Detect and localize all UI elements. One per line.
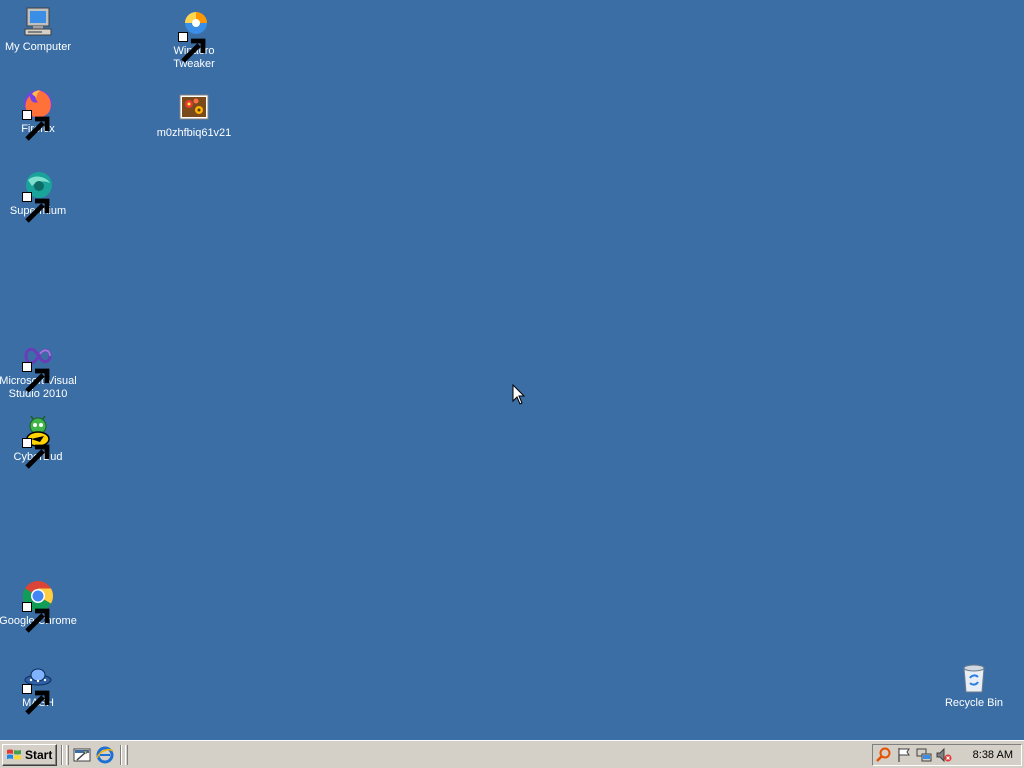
volume-muted-icon[interactable] bbox=[936, 747, 952, 763]
taskbar-separator bbox=[61, 745, 63, 765]
shortcut-arrow-icon bbox=[22, 602, 50, 633]
system-tray: 8:38 AM bbox=[872, 744, 1022, 766]
desktop-icon-mash[interactable]: MASH bbox=[0, 662, 78, 715]
shortcut-arrow-icon bbox=[22, 362, 50, 393]
shortcut-arrow-icon bbox=[22, 110, 50, 141]
internet-explorer-icon[interactable] bbox=[96, 746, 114, 764]
start-label: Start bbox=[25, 748, 53, 762]
visual-studio-icon bbox=[22, 340, 54, 393]
desktop-icon-label: m0zhfbiq61v21 bbox=[156, 127, 232, 139]
chrome-icon bbox=[22, 580, 54, 633]
start-button[interactable]: Start bbox=[2, 744, 57, 766]
computer-icon bbox=[22, 6, 54, 38]
desktop-icon-m0zhfbiq61v21[interactable]: m0zhfbiq61v21 bbox=[154, 92, 234, 140]
desktop-icon-google-chrome[interactable]: Google Chrome bbox=[0, 580, 78, 633]
desktop-icon-winaero[interactable]: Winaero Tweaker bbox=[154, 10, 234, 71]
quick-launch-grip[interactable] bbox=[66, 745, 69, 765]
taskbar-grip[interactable] bbox=[125, 745, 128, 765]
show-desktop-icon[interactable] bbox=[73, 746, 91, 764]
network-icon[interactable] bbox=[916, 747, 932, 763]
desktop-icon-cyberbud[interactable]: CyberBud bbox=[0, 416, 78, 469]
supermium-icon bbox=[22, 170, 54, 223]
search-icon[interactable] bbox=[876, 747, 892, 763]
desktop-icon-label: Recycle Bin bbox=[944, 697, 1004, 709]
desktop-icon-visual-studio[interactable]: Microsoft Visual Studio 2010 bbox=[0, 340, 78, 401]
taskbar: Start 8:38 AM bbox=[0, 740, 1024, 768]
cyberbud-icon bbox=[22, 416, 54, 469]
mash-icon bbox=[22, 662, 54, 715]
shortcut-arrow-icon bbox=[178, 32, 206, 63]
desktop-icon-recycle-bin[interactable]: Recycle Bin bbox=[934, 662, 1014, 710]
shortcut-arrow-icon bbox=[22, 684, 50, 715]
shortcut-arrow-icon bbox=[22, 438, 50, 469]
shortcut-arrow-icon bbox=[22, 192, 50, 223]
desktop-icon-my-computer[interactable]: My Computer bbox=[0, 6, 78, 54]
image-file-icon bbox=[178, 92, 210, 124]
mouse-cursor-icon bbox=[512, 384, 526, 405]
desktop-icon-firefox[interactable]: Firefox bbox=[0, 88, 78, 141]
flag-icon[interactable] bbox=[896, 747, 912, 763]
desktop-icon-label: My Computer bbox=[4, 41, 72, 53]
winaero-icon bbox=[178, 10, 210, 63]
firefox-icon bbox=[22, 88, 54, 141]
recycle-bin-icon bbox=[958, 662, 990, 694]
windows-logo-icon bbox=[7, 749, 21, 760]
desktop-icon-supermium[interactable]: Supermium bbox=[0, 170, 78, 223]
taskbar-separator bbox=[120, 745, 122, 765]
clock[interactable]: 8:38 AM bbox=[973, 749, 1013, 761]
desktop[interactable]: My Computer Firefox Supermium Microsoft … bbox=[0, 0, 1024, 740]
